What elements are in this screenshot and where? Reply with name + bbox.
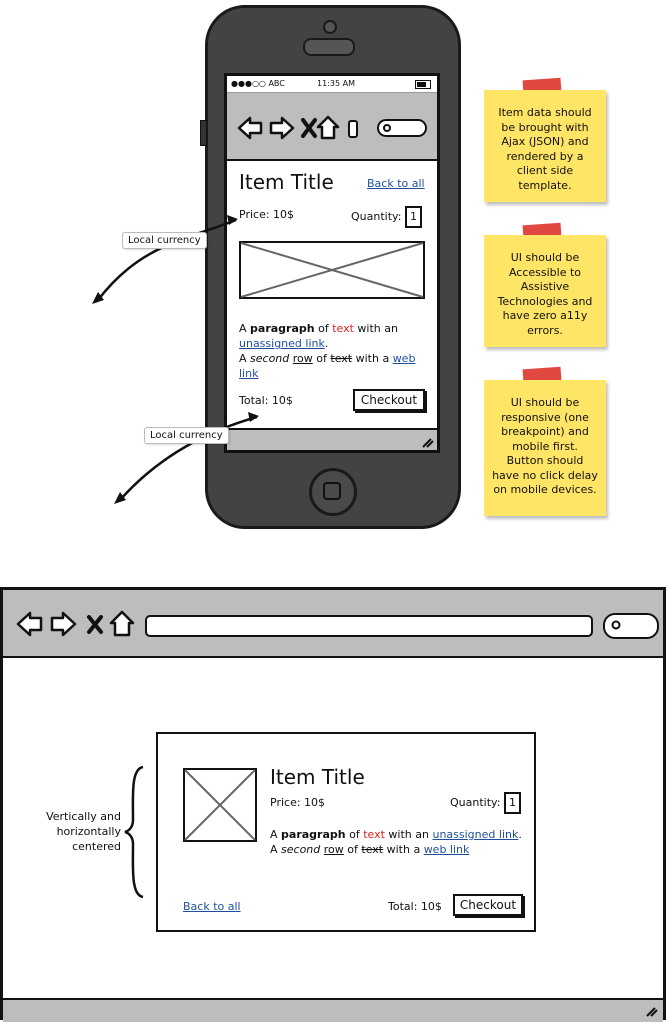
local-currency-callout: Local currency (144, 427, 229, 444)
address-bar[interactable] (145, 615, 593, 637)
price-label: Price: 10$ (270, 796, 326, 809)
back-to-all-link[interactable]: Back to all (183, 900, 241, 913)
forward-arrow-icon[interactable] (50, 611, 77, 637)
quantity-input[interactable]: 1 (503, 792, 521, 814)
desc-strike: text (361, 843, 384, 856)
curly-brace-icon (124, 765, 144, 899)
image-placeholder-icon (183, 768, 257, 842)
item-card: Item Title Price: 10$ Quantity: 1 A para… (156, 732, 536, 932)
browser-footer (3, 998, 663, 1022)
sticky-note: UI should be responsive (one breakpoint)… (484, 380, 606, 516)
checkout-button[interactable]: Checkout (453, 894, 523, 916)
browser-search-field[interactable] (603, 613, 659, 639)
desc-text: with a (383, 843, 424, 856)
sticky-note: Item data should be brought with Ajax (J… (484, 90, 606, 202)
browser-toolbar (3, 590, 663, 658)
browser-nav-icons (16, 610, 135, 637)
item-description: A paragraph of text with an unassigned l… (270, 827, 530, 857)
desc-bold: paragraph (281, 828, 346, 841)
total-label: Total: 10$ (388, 900, 442, 913)
item-title: Item Title (270, 765, 365, 789)
desc-text: of (343, 843, 362, 856)
home-icon[interactable] (109, 610, 135, 637)
search-icon (611, 620, 621, 630)
back-arrow-icon[interactable] (16, 611, 43, 637)
close-icon[interactable] (87, 615, 103, 634)
quantity-group: Quantity: 1 (450, 792, 521, 814)
desc-red-text: text (363, 828, 385, 841)
quantity-label: Quantity: (450, 796, 501, 809)
desc-text: with an (384, 828, 433, 841)
desc-italic: second (281, 843, 321, 856)
desc-text: . (518, 828, 522, 841)
resize-grip-icon (646, 1007, 658, 1017)
browser-window: Vertically and horizontally centered Ite… (0, 587, 666, 1022)
desc-text: A (270, 843, 282, 856)
sticky-note: UI should be Accessible to Assistive Tec… (484, 235, 606, 347)
unassigned-link[interactable]: unassigned link (432, 828, 518, 841)
centered-annotation: Vertically and horizontally centered (46, 810, 121, 853)
desc-underline: row (323, 843, 344, 856)
desc-text: A (270, 828, 282, 841)
desc-text: of (345, 828, 364, 841)
web-link[interactable]: web link (424, 843, 470, 856)
local-currency-callout: Local currency (122, 232, 207, 249)
